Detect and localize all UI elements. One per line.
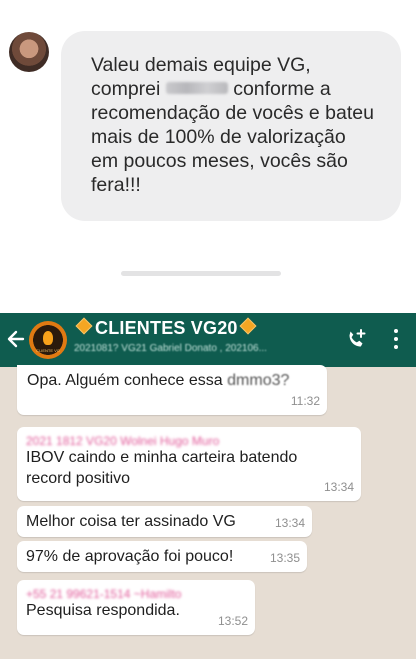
group-avatar-text: CLIENTE VG: [36, 348, 60, 353]
message-bubble[interactable]: Melhor coisa ter assinado VG 13:34: [17, 506, 312, 537]
chat-participants[interactable]: 2021081? VG21 Gabriel Donato , 202106...: [74, 343, 329, 354]
chat-title-text: CLIENTES VG20: [95, 318, 238, 338]
message-text: 97% de aprovação foi pouco!: [26, 548, 234, 565]
message-text: IBOV caindo e minha carteira batendo rec…: [26, 449, 298, 487]
add-call-icon[interactable]: [344, 328, 368, 352]
message-bubble[interactable]: +55 21 99621-1514 ~Hamilto Pesquisa resp…: [17, 580, 255, 635]
blurred-word: dmmo3?: [227, 372, 290, 389]
user-avatar: [9, 32, 49, 72]
message-time: 13:52: [217, 614, 248, 628]
testimonial-bubble: Valeu demais equipe VG, comprei conforme…: [61, 31, 401, 221]
chat-messages: Opa. Alguém conhece essa dmmo3? 11:32 20…: [0, 365, 416, 659]
home-indicator: [121, 271, 281, 276]
message-time: 13:35: [269, 551, 300, 565]
chat-header: CLIENTE VG CLIENTES VG20 2021081? VG21 G…: [0, 313, 416, 367]
testimonial-text: Valeu demais equipe VG, comprei conforme…: [91, 53, 377, 197]
message-bubble[interactable]: 2021 1812 VG20 Wolnei Hugo Muro IBOV cai…: [17, 427, 361, 501]
more-vert-icon[interactable]: [392, 329, 400, 351]
diamond-icon: [239, 317, 257, 335]
message-bubble[interactable]: 97% de aprovação foi pouco! 13:35: [17, 541, 307, 572]
message-text: Opa. Alguém conhece essa: [27, 372, 223, 389]
message-time: 13:34: [274, 516, 305, 530]
diamond-icon: [75, 317, 93, 335]
flame-icon: [43, 331, 53, 345]
back-arrow-icon[interactable]: [6, 326, 26, 352]
message-sender: 2021 1812 VG20 Wolnei Hugo Muro: [26, 434, 220, 448]
message-text: Melhor coisa ter assinado VG: [26, 513, 236, 530]
chat-title[interactable]: CLIENTES VG20: [74, 317, 259, 339]
message-time: 13:34: [323, 480, 354, 494]
blurred-stock-name: [165, 82, 228, 94]
group-avatar[interactable]: CLIENTE VG: [29, 321, 67, 359]
message-sender: +55 21 99621-1514 ~Hamilto: [26, 587, 182, 601]
message-time: 11:32: [290, 394, 320, 408]
message-bubble[interactable]: Opa. Alguém conhece essa dmmo3? 11:32: [17, 365, 327, 415]
